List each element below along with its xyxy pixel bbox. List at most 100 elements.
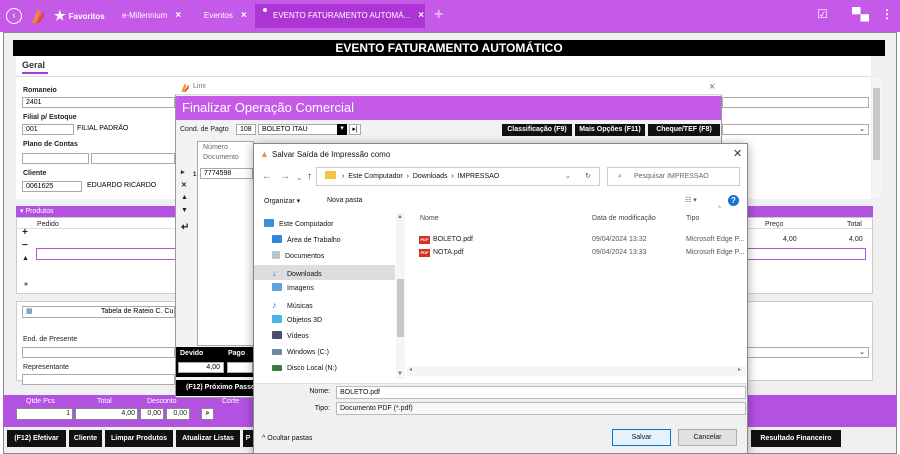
- breadcrumb-impressao[interactable]: IMPRESSAO: [458, 173, 500, 180]
- filename-label: Nome:: [309, 388, 330, 395]
- desconto-field-1[interactable]: 0,00: [140, 408, 164, 420]
- salvar-button[interactable]: Salvar: [612, 429, 671, 446]
- atualizar-listas-button[interactable]: Atualizar Listas: [176, 430, 240, 447]
- plano-name-field[interactable]: [91, 153, 175, 164]
- chat-icon[interactable]: ▀▄: [852, 7, 869, 21]
- cortesia-label: Corte: [222, 398, 240, 405]
- tab-evento-faturamento[interactable]: EVENTO FATURAMENTO AUTOMÁ... ×: [255, 4, 425, 28]
- resultado-financeiro-button[interactable]: Resultado Financeiro: [751, 430, 841, 447]
- filetype-select[interactable]: Documento PDF (*.pdf): [336, 402, 746, 415]
- nav-downloads[interactable]: ↓ Downloads: [272, 266, 322, 280]
- col-tipo[interactable]: Tipo: [686, 215, 699, 222]
- address-bar[interactable]: › Este Computador › Downloads › IMPRESSA…: [316, 167, 600, 186]
- desconto-field-2[interactable]: 0,00: [166, 408, 190, 420]
- file-row-nota[interactable]: PDF NOTA.pdf: [419, 247, 464, 259]
- arrow-right-icon[interactable]: ▸: [181, 168, 185, 176]
- remove-row-icon[interactable]: −: [22, 240, 28, 251]
- horizontal-scrollbar[interactable]: ◂ ▸: [407, 366, 746, 376]
- cheque-tef-button[interactable]: Cheque/TEF (F8): [648, 124, 720, 136]
- representante-field[interactable]: [22, 374, 175, 385]
- next-icon[interactable]: ▸|: [349, 124, 361, 135]
- efetivar-button[interactable]: (F12) Efetivar: [7, 430, 66, 447]
- view-options-icon[interactable]: ☷ ▾: [685, 196, 697, 204]
- help-icon[interactable]: ?: [728, 195, 739, 206]
- romaneio-field[interactable]: 2401: [22, 97, 175, 108]
- search-input[interactable]: ⌕ Pesquisar IMPRESSAO: [607, 167, 740, 186]
- arrow-down-icon[interactable]: ▼: [181, 207, 188, 214]
- documento-cell[interactable]: 7774598: [200, 168, 253, 179]
- chevron-down-icon[interactable]: ▾: [337, 124, 347, 135]
- classificacao-button[interactable]: Classificação (F9): [502, 124, 572, 136]
- presente-field[interactable]: [22, 347, 175, 358]
- cliente-code-field[interactable]: 0061625: [22, 181, 82, 192]
- mais-opcoes-button[interactable]: Mais Opções (F11): [575, 124, 645, 136]
- select-right[interactable]: ⌄: [722, 124, 869, 135]
- tab-favoritos[interactable]: ★ Favoritos: [54, 6, 105, 26]
- return-icon[interactable]: ↵: [181, 222, 189, 233]
- scroll-down-icon[interactable]: ▼: [397, 371, 403, 377]
- rateio-field[interactable]: ▦ Tabela de Rateio C. Cu: [22, 306, 175, 318]
- nav-windows-c[interactable]: Windows (C:): [272, 346, 329, 360]
- scrollbar-thumb[interactable]: [397, 279, 404, 337]
- proximo-passo-button[interactable]: (F12) Próximo Passo: [176, 380, 255, 396]
- refresh-icon[interactable]: ↻: [585, 168, 591, 185]
- nav-area-de-trabalho[interactable]: Área de Trabalho: [272, 234, 341, 248]
- chevron-down-icon[interactable]: ⌄: [565, 168, 571, 185]
- nav-scrollbar[interactable]: ▲ ▼: [396, 213, 405, 379]
- field-right-1[interactable]: [722, 97, 869, 108]
- up-arrow-icon[interactable]: ↑: [307, 171, 312, 182]
- organizar-menu[interactable]: Organizar ▾: [264, 197, 300, 205]
- forward-arrow-icon[interactable]: →: [280, 171, 290, 182]
- new-tab-icon[interactable]: +: [434, 6, 443, 24]
- nav-musicas[interactable]: ♪ Músicas: [272, 298, 313, 312]
- filename-input[interactable]: BOLETO.pdf: [336, 386, 746, 399]
- file-row-boleto[interactable]: PDF BOLETO.pdf: [419, 234, 473, 246]
- clipboard-icon[interactable]: ☑: [817, 7, 828, 21]
- recent-chevron-icon[interactable]: ⌄: [296, 173, 303, 182]
- search-icon[interactable]: ⌕: [201, 408, 214, 420]
- tab-geral[interactable]: Geral: [22, 60, 45, 70]
- tab-e-millennium[interactable]: e-Millennium ×: [122, 6, 181, 26]
- collapse-icon[interactable]: »: [24, 281, 28, 288]
- nav-este-computador[interactable]: Este Computador: [264, 218, 333, 232]
- cond-code-field[interactable]: 108: [236, 124, 256, 135]
- cancelar-button[interactable]: Cancelar: [678, 429, 737, 446]
- ocultar-pastas-toggle[interactable]: ^ Ocultar pastas: [262, 435, 312, 442]
- arrow-up-icon[interactable]: ▲: [181, 194, 188, 201]
- close-icon[interactable]: ✕: [733, 147, 742, 160]
- nav-objetos-3d[interactable]: Objetos 3D: [272, 314, 322, 328]
- back-icon[interactable]: ‹: [6, 8, 22, 24]
- close-tab-icon[interactable]: ×: [175, 10, 181, 21]
- filial-code-field[interactable]: 001: [22, 124, 74, 135]
- close-icon[interactable]: ×: [709, 81, 715, 93]
- nav-videos[interactable]: Vídeos: [272, 330, 309, 344]
- nav-imagens[interactable]: Imagens: [272, 282, 314, 296]
- scroll-left-icon[interactable]: ◂: [409, 366, 412, 373]
- pago-field[interactable]: [227, 362, 253, 373]
- more-menu-icon[interactable]: ⋮: [881, 7, 893, 21]
- nova-pasta-button[interactable]: Nova pasta: [327, 197, 362, 204]
- close-tab-icon[interactable]: ×: [241, 10, 247, 21]
- plano-code-field[interactable]: [22, 153, 89, 164]
- nav-documentos[interactable]: Documentos: [272, 250, 324, 264]
- col-data[interactable]: Data de modificação: [592, 215, 656, 222]
- arrow-up-icon[interactable]: ▲: [22, 255, 29, 262]
- close-tab-icon[interactable]: ×: [418, 10, 424, 21]
- scroll-right-icon[interactable]: ▸: [738, 366, 741, 373]
- add-row-icon[interactable]: +: [22, 227, 28, 238]
- limpar-produtos-button[interactable]: Limpar Produtos: [105, 430, 173, 447]
- scroll-up-icon[interactable]: ▲: [397, 214, 403, 220]
- delete-row-icon[interactable]: ✕: [181, 181, 187, 189]
- geral-scrollbar[interactable]: [872, 78, 881, 198]
- documents-icon: [272, 251, 280, 259]
- breadcrumb-este-computador[interactable]: Este Computador: [348, 173, 402, 180]
- breadcrumb-downloads[interactable]: Downloads: [413, 173, 448, 180]
- p-button[interactable]: P: [243, 430, 253, 447]
- cond-select[interactable]: BOLETO ITAU: [258, 124, 347, 135]
- col-nome[interactable]: Nome: [420, 215, 439, 222]
- back-arrow-icon[interactable]: ←: [262, 171, 272, 182]
- nav-disco-local-n[interactable]: Disco Local (N:): [272, 362, 337, 376]
- cliente-button[interactable]: Cliente: [69, 430, 102, 447]
- tab-eventos[interactable]: Eventos ×: [204, 6, 247, 26]
- scrollbar-thumb[interactable]: [873, 88, 880, 160]
